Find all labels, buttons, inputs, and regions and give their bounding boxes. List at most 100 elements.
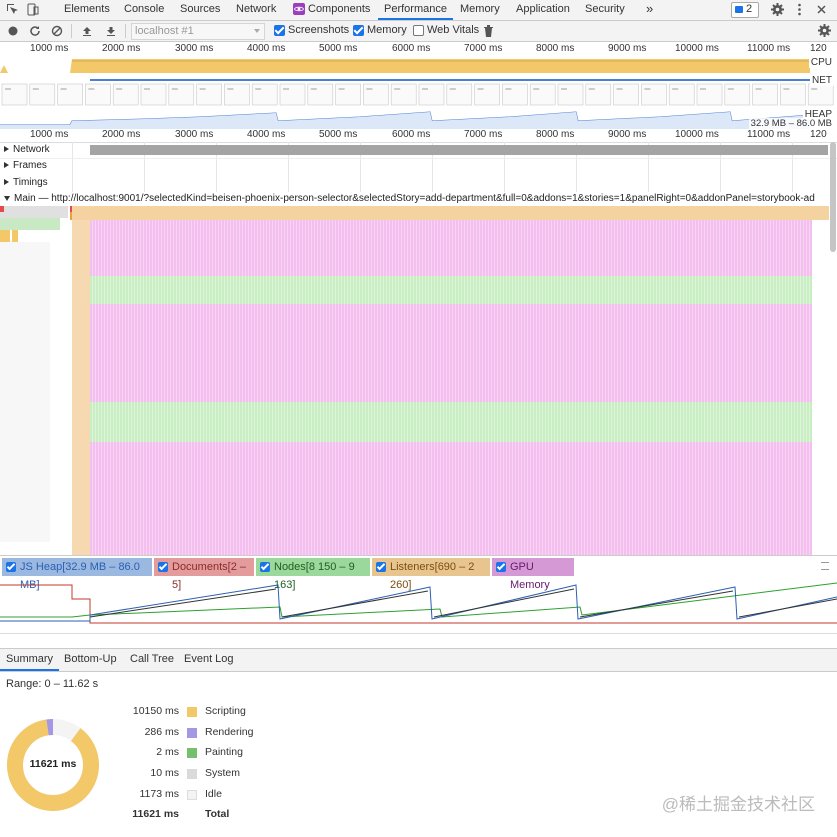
- reload-icon[interactable]: [28, 24, 41, 37]
- screenshot-thumbnail[interactable]: [752, 83, 778, 106]
- counter-toggle[interactable]: GPU Memory: [492, 558, 574, 591]
- screenshot-thumbnail[interactable]: [418, 83, 445, 106]
- tab-bottom-up[interactable]: Bottom-Up: [58, 649, 123, 671]
- clear-icon[interactable]: [50, 24, 63, 37]
- counter-checkbox[interactable]: [376, 562, 386, 572]
- screenshot-thumbnail[interactable]: [1, 83, 28, 106]
- counter-checkbox[interactable]: [6, 562, 16, 572]
- drag-handle-icon[interactable]: [821, 562, 829, 570]
- expand-arrow-icon[interactable]: [4, 162, 9, 168]
- screenshot-thumbnail[interactable]: [502, 83, 528, 106]
- screenshot-thumbnail[interactable]: [85, 83, 111, 106]
- screenshot-thumbnail[interactable]: [780, 83, 806, 106]
- screenshot-thumbnail[interactable]: [474, 83, 500, 106]
- screenshot-thumbnail[interactable]: [29, 83, 56, 106]
- memory-checkbox[interactable]: [353, 25, 364, 36]
- tab-console[interactable]: Console: [118, 0, 170, 20]
- main-track-header[interactable]: Main — http://localhost:9001/?selectedKi…: [0, 192, 837, 206]
- screenshot-thumbnail[interactable]: [557, 83, 584, 106]
- screenshot-thumbnail[interactable]: [335, 83, 361, 106]
- screenshot-thumbnail[interactable]: [363, 83, 389, 106]
- target-select[interactable]: localhost #1: [131, 23, 265, 40]
- close-icon[interactable]: [815, 3, 828, 16]
- tab-elements[interactable]: Elements: [58, 0, 116, 20]
- counter-checkbox[interactable]: [260, 562, 270, 572]
- issues-badge[interactable]: 2: [731, 2, 759, 18]
- call-boundary: [386, 220, 387, 555]
- call-boundary: [179, 220, 180, 555]
- flame-chart-area[interactable]: Network Frames Timings Main — http://loc…: [0, 142, 837, 555]
- screenshot-thumbnail[interactable]: [446, 83, 473, 106]
- call-boundary: [650, 220, 651, 555]
- screenshot-thumbnail[interactable]: [112, 83, 139, 106]
- call-boundary: [701, 220, 702, 555]
- screenshot-thumbnail[interactable]: [668, 83, 695, 106]
- capture-settings-gear-icon[interactable]: [818, 24, 831, 37]
- counter-toggle[interactable]: JS Heap[32.9 MB – 86.0 MB]: [2, 558, 152, 591]
- counter-checkbox[interactable]: [496, 562, 506, 572]
- tab-memory[interactable]: Memory: [454, 0, 506, 20]
- tab-security[interactable]: Security: [579, 0, 631, 20]
- screenshot-thumbnail[interactable]: [807, 83, 834, 106]
- tab-sources[interactable]: Sources: [174, 0, 226, 20]
- expand-arrow-icon[interactable]: [4, 146, 9, 152]
- screenshots-checkbox[interactable]: [274, 25, 285, 36]
- screenshot-thumbnail[interactable]: [724, 83, 751, 106]
- timeline-overview[interactable]: CPU NET HEAP 32.9 MB – 86.0 MB: [0, 55, 837, 129]
- upload-icon[interactable]: [80, 24, 93, 37]
- more-tabs-button[interactable]: »: [640, 0, 659, 20]
- frames-track[interactable]: Frames: [0, 158, 837, 175]
- counter-checkbox[interactable]: [158, 562, 168, 572]
- tab-components[interactable]: Components: [302, 0, 376, 20]
- screenshot-thumbnail[interactable]: [57, 83, 83, 106]
- counter-toggle[interactable]: Documents[2 – 5]: [154, 558, 254, 591]
- collapse-arrow-icon[interactable]: [4, 196, 10, 201]
- call-boundary: [422, 220, 423, 555]
- call-boundary: [617, 220, 618, 555]
- screenshot-thumbnail[interactable]: [696, 83, 723, 106]
- download-icon[interactable]: [104, 24, 117, 37]
- vertical-scrollbar[interactable]: [830, 142, 836, 252]
- tab-application[interactable]: Application: [510, 0, 576, 20]
- call-boundary: [413, 220, 414, 555]
- trash-icon[interactable]: [482, 24, 495, 37]
- network-track[interactable]: Network: [0, 142, 837, 159]
- tab-summary[interactable]: Summary: [0, 649, 60, 671]
- gear-icon[interactable]: [771, 3, 784, 16]
- kebab-menu-icon[interactable]: [793, 3, 806, 16]
- device-toolbar-icon[interactable]: [26, 3, 39, 16]
- screenshot-thumbnail[interactable]: [224, 83, 250, 106]
- web-vitals-checkbox[interactable]: [413, 25, 424, 36]
- summary-total-value: 11621 ms: [132, 808, 179, 820]
- tab-network[interactable]: Network: [230, 0, 282, 20]
- call-boundary: [644, 220, 645, 555]
- counter-toggle[interactable]: Nodes[8 150 – 9 163]: [256, 558, 370, 591]
- call-boundary: [497, 220, 498, 555]
- call-boundary: [521, 220, 522, 555]
- record-icon[interactable]: [6, 24, 19, 37]
- tab-performance[interactable]: Performance: [378, 0, 453, 20]
- counter-toggle[interactable]: Listeners[690 – 2 260]: [372, 558, 490, 591]
- screenshot-thumbnail[interactable]: [613, 83, 639, 106]
- screenshot-thumbnail-content: [561, 88, 567, 90]
- screenshot-thumbnail[interactable]: [168, 83, 195, 106]
- expand-arrow-icon[interactable]: [4, 179, 9, 185]
- call-boundary: [350, 220, 351, 555]
- tab-event-log[interactable]: Event Log: [178, 649, 240, 671]
- screenshot-thumbnail[interactable]: [390, 83, 417, 106]
- screenshot-thumbnail[interactable]: [641, 83, 667, 106]
- function-call-block: [72, 220, 90, 555]
- call-boundary: [269, 220, 270, 555]
- task-block: [72, 206, 812, 220]
- tab-call-tree[interactable]: Call Tree: [124, 649, 180, 671]
- timings-track[interactable]: Timings: [0, 175, 837, 192]
- screenshot-thumbnail[interactable]: [307, 83, 334, 106]
- screenshot-thumbnail[interactable]: [529, 83, 556, 106]
- screenshot-thumbnail[interactable]: [196, 83, 222, 106]
- screenshot-thumbnail[interactable]: [140, 83, 167, 106]
- screenshot-thumbnail[interactable]: [585, 83, 612, 106]
- screenshot-thumbnail[interactable]: [251, 83, 278, 106]
- screenshot-thumbnail[interactable]: [279, 83, 306, 106]
- inspect-element-icon[interactable]: [6, 3, 19, 16]
- call-boundary: [590, 220, 591, 555]
